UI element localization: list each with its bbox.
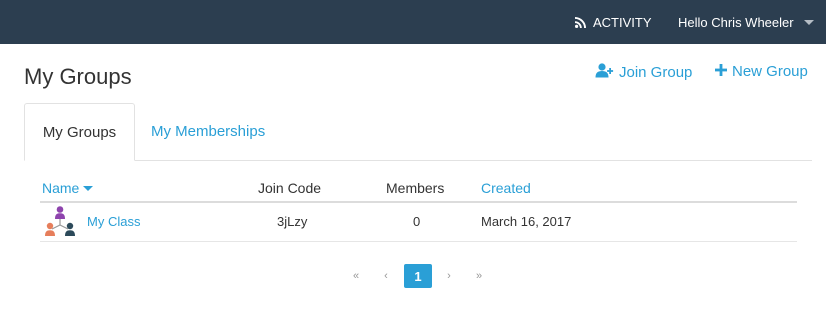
tab-label: My Groups — [42, 123, 117, 141]
top-navbar: ACTIVITY Hello Chris Wheeler — [0, 0, 826, 44]
pagination-prev[interactable]: ‹ — [378, 264, 394, 288]
join-code-cell: 3jLzy — [277, 214, 308, 229]
group-network-icon — [43, 205, 77, 244]
rss-icon — [575, 16, 586, 28]
tab-label: My Memberships — [151, 123, 266, 140]
pagination-next[interactable]: › — [441, 264, 457, 288]
activity-label: ACTIVITY — [593, 14, 652, 30]
tab-my-groups[interactable]: My Groups — [24, 103, 135, 161]
plus-icon — [715, 63, 727, 80]
page-title: My Groups — [24, 64, 132, 89]
new-group-label: New Group — [732, 63, 808, 80]
caret-down-icon — [803, 20, 814, 25]
new-group-button[interactable]: New Group — [715, 63, 808, 80]
column-header-join-code: Join Code — [258, 180, 322, 196]
pagination-current-page[interactable]: 1 — [404, 264, 432, 288]
table-header-divider — [40, 201, 797, 203]
tab-bar: My Groups My Memberships — [24, 103, 812, 161]
user-plus-icon — [595, 63, 614, 82]
join-group-label: Join Group — [619, 64, 693, 81]
pagination-first[interactable]: « — [348, 264, 364, 288]
pagination-last[interactable]: » — [471, 264, 487, 288]
created-cell: March 16, 2017 — [481, 214, 572, 229]
tab-my-memberships[interactable]: My Memberships — [151, 103, 265, 160]
table-row-divider — [40, 241, 797, 242]
user-greeting: Hello Chris Wheeler — [678, 14, 794, 30]
members-cell: 0 — [413, 214, 421, 229]
group-name-link[interactable]: My Class — [87, 214, 140, 229]
sort-caret-down-icon — [83, 185, 94, 191]
column-header-members: Members — [386, 180, 445, 196]
column-header-created[interactable]: Created — [481, 180, 531, 196]
activity-link[interactable]: ACTIVITY — [575, 0, 652, 44]
column-header-name[interactable]: Name — [42, 180, 94, 196]
column-header-label: Name — [42, 180, 80, 196]
join-group-button[interactable]: Join Group — [595, 63, 692, 82]
user-menu[interactable]: Hello Chris Wheeler — [678, 0, 814, 44]
